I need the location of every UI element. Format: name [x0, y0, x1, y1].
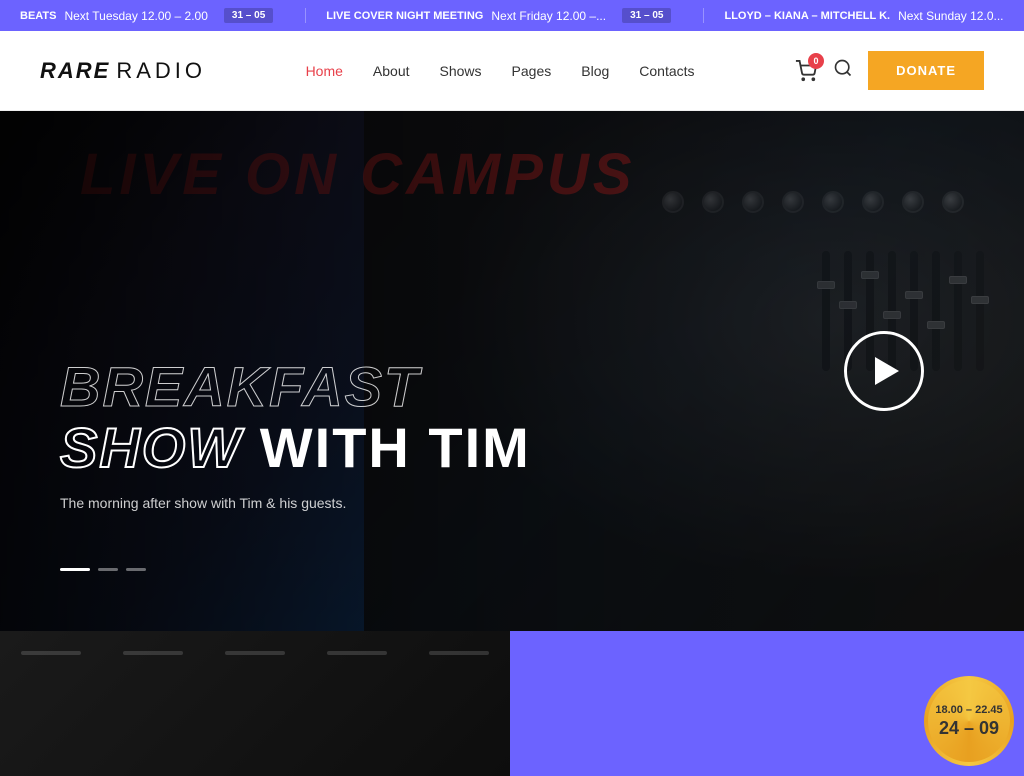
- slide-dot-1[interactable]: [60, 568, 90, 571]
- ticker-content: Beats Next Tuesday 12.00 – 2.00 31 – 05 …: [0, 8, 1024, 23]
- ticker-show-2: Live Cover Night Meeting: [326, 10, 483, 22]
- garage-lights: [0, 651, 510, 655]
- ticker-time-2: Next Friday 12.00 –...: [491, 9, 606, 23]
- play-button[interactable]: [844, 331, 924, 411]
- ticker-bar: Beats Next Tuesday 12.00 – 2.00 31 – 05 …: [0, 0, 1024, 31]
- slide-dot-2[interactable]: [98, 568, 118, 571]
- nav-blog[interactable]: Blog: [581, 63, 609, 79]
- ticker-date-2: 31 – 05: [622, 8, 671, 23]
- light-2: [123, 651, 183, 655]
- hero-title-solid: WITH TIM: [260, 416, 531, 479]
- cart-badge: 0: [808, 53, 824, 69]
- ticker-item-3: Lloyd – Kiana – Mitchell K. Next Sunday …: [704, 8, 1024, 23]
- hero-content: BREAKFAST SHOW WITH TIM The morning afte…: [60, 356, 531, 511]
- hero-section: LIVE ON CAMPUS BREAKFAST SHOW WITH TIM T…: [0, 111, 1024, 631]
- nav-shows[interactable]: Shows: [440, 63, 482, 79]
- ticker-time-3: Next Sunday 12.0...: [898, 9, 1003, 23]
- logo-rare: RARE: [40, 58, 110, 84]
- hero-title-line1: BREAKFAST: [60, 356, 531, 418]
- event-badge[interactable]: 18.00 – 22.45 24 – 09: [924, 676, 1014, 766]
- ticker-item-2: Live Cover Night Meeting Next Friday 12.…: [306, 8, 704, 23]
- badge-time: 18.00 – 22.45: [935, 703, 1002, 717]
- light-1: [21, 651, 81, 655]
- hero-subtitle: The morning after show with Tim & his gu…: [60, 495, 531, 511]
- ticker-show-3: Lloyd – Kiana – Mitchell K.: [724, 10, 890, 22]
- badge-date: 24 – 09: [939, 718, 999, 739]
- header: RARE RADIO Home About Shows Pages Blog C…: [0, 31, 1024, 111]
- slide-dot-3[interactable]: [126, 568, 146, 571]
- light-5: [429, 651, 489, 655]
- ticker-item-1: Beats Next Tuesday 12.00 – 2.00 31 – 05: [0, 8, 306, 23]
- play-icon: [875, 357, 899, 385]
- header-actions: 0 DONATE: [794, 51, 984, 90]
- nav-home[interactable]: Home: [306, 63, 343, 79]
- logo-radio: RADIO: [116, 58, 206, 84]
- bottom-left-panel: [0, 631, 510, 776]
- nav-pages[interactable]: Pages: [512, 63, 552, 79]
- bottom-right-panel: 18.00 – 22.45 24 – 09: [510, 631, 1024, 776]
- ticker-time-1: Next Tuesday 12.00 – 2.00: [64, 9, 207, 23]
- hero-title-outline: SHOW: [60, 416, 242, 479]
- bottom-left-image: [0, 631, 510, 776]
- ticker-date-1: 31 – 05: [224, 8, 273, 23]
- bottom-section: 18.00 – 22.45 24 – 09: [0, 631, 1024, 776]
- light-3: [225, 651, 285, 655]
- slide-indicators: [60, 568, 146, 571]
- logo[interactable]: RARE RADIO: [40, 58, 206, 84]
- donate-button[interactable]: DONATE: [868, 51, 984, 90]
- light-4: [327, 651, 387, 655]
- ticker-show-1: Beats: [20, 10, 56, 22]
- nav-about[interactable]: About: [373, 63, 410, 79]
- hero-title-line2: SHOW WITH TIM: [60, 417, 531, 479]
- nav-contacts[interactable]: Contacts: [639, 63, 694, 79]
- search-button[interactable]: [833, 58, 853, 83]
- cart-button[interactable]: 0: [794, 59, 818, 83]
- main-nav: Home About Shows Pages Blog Contacts: [306, 63, 695, 79]
